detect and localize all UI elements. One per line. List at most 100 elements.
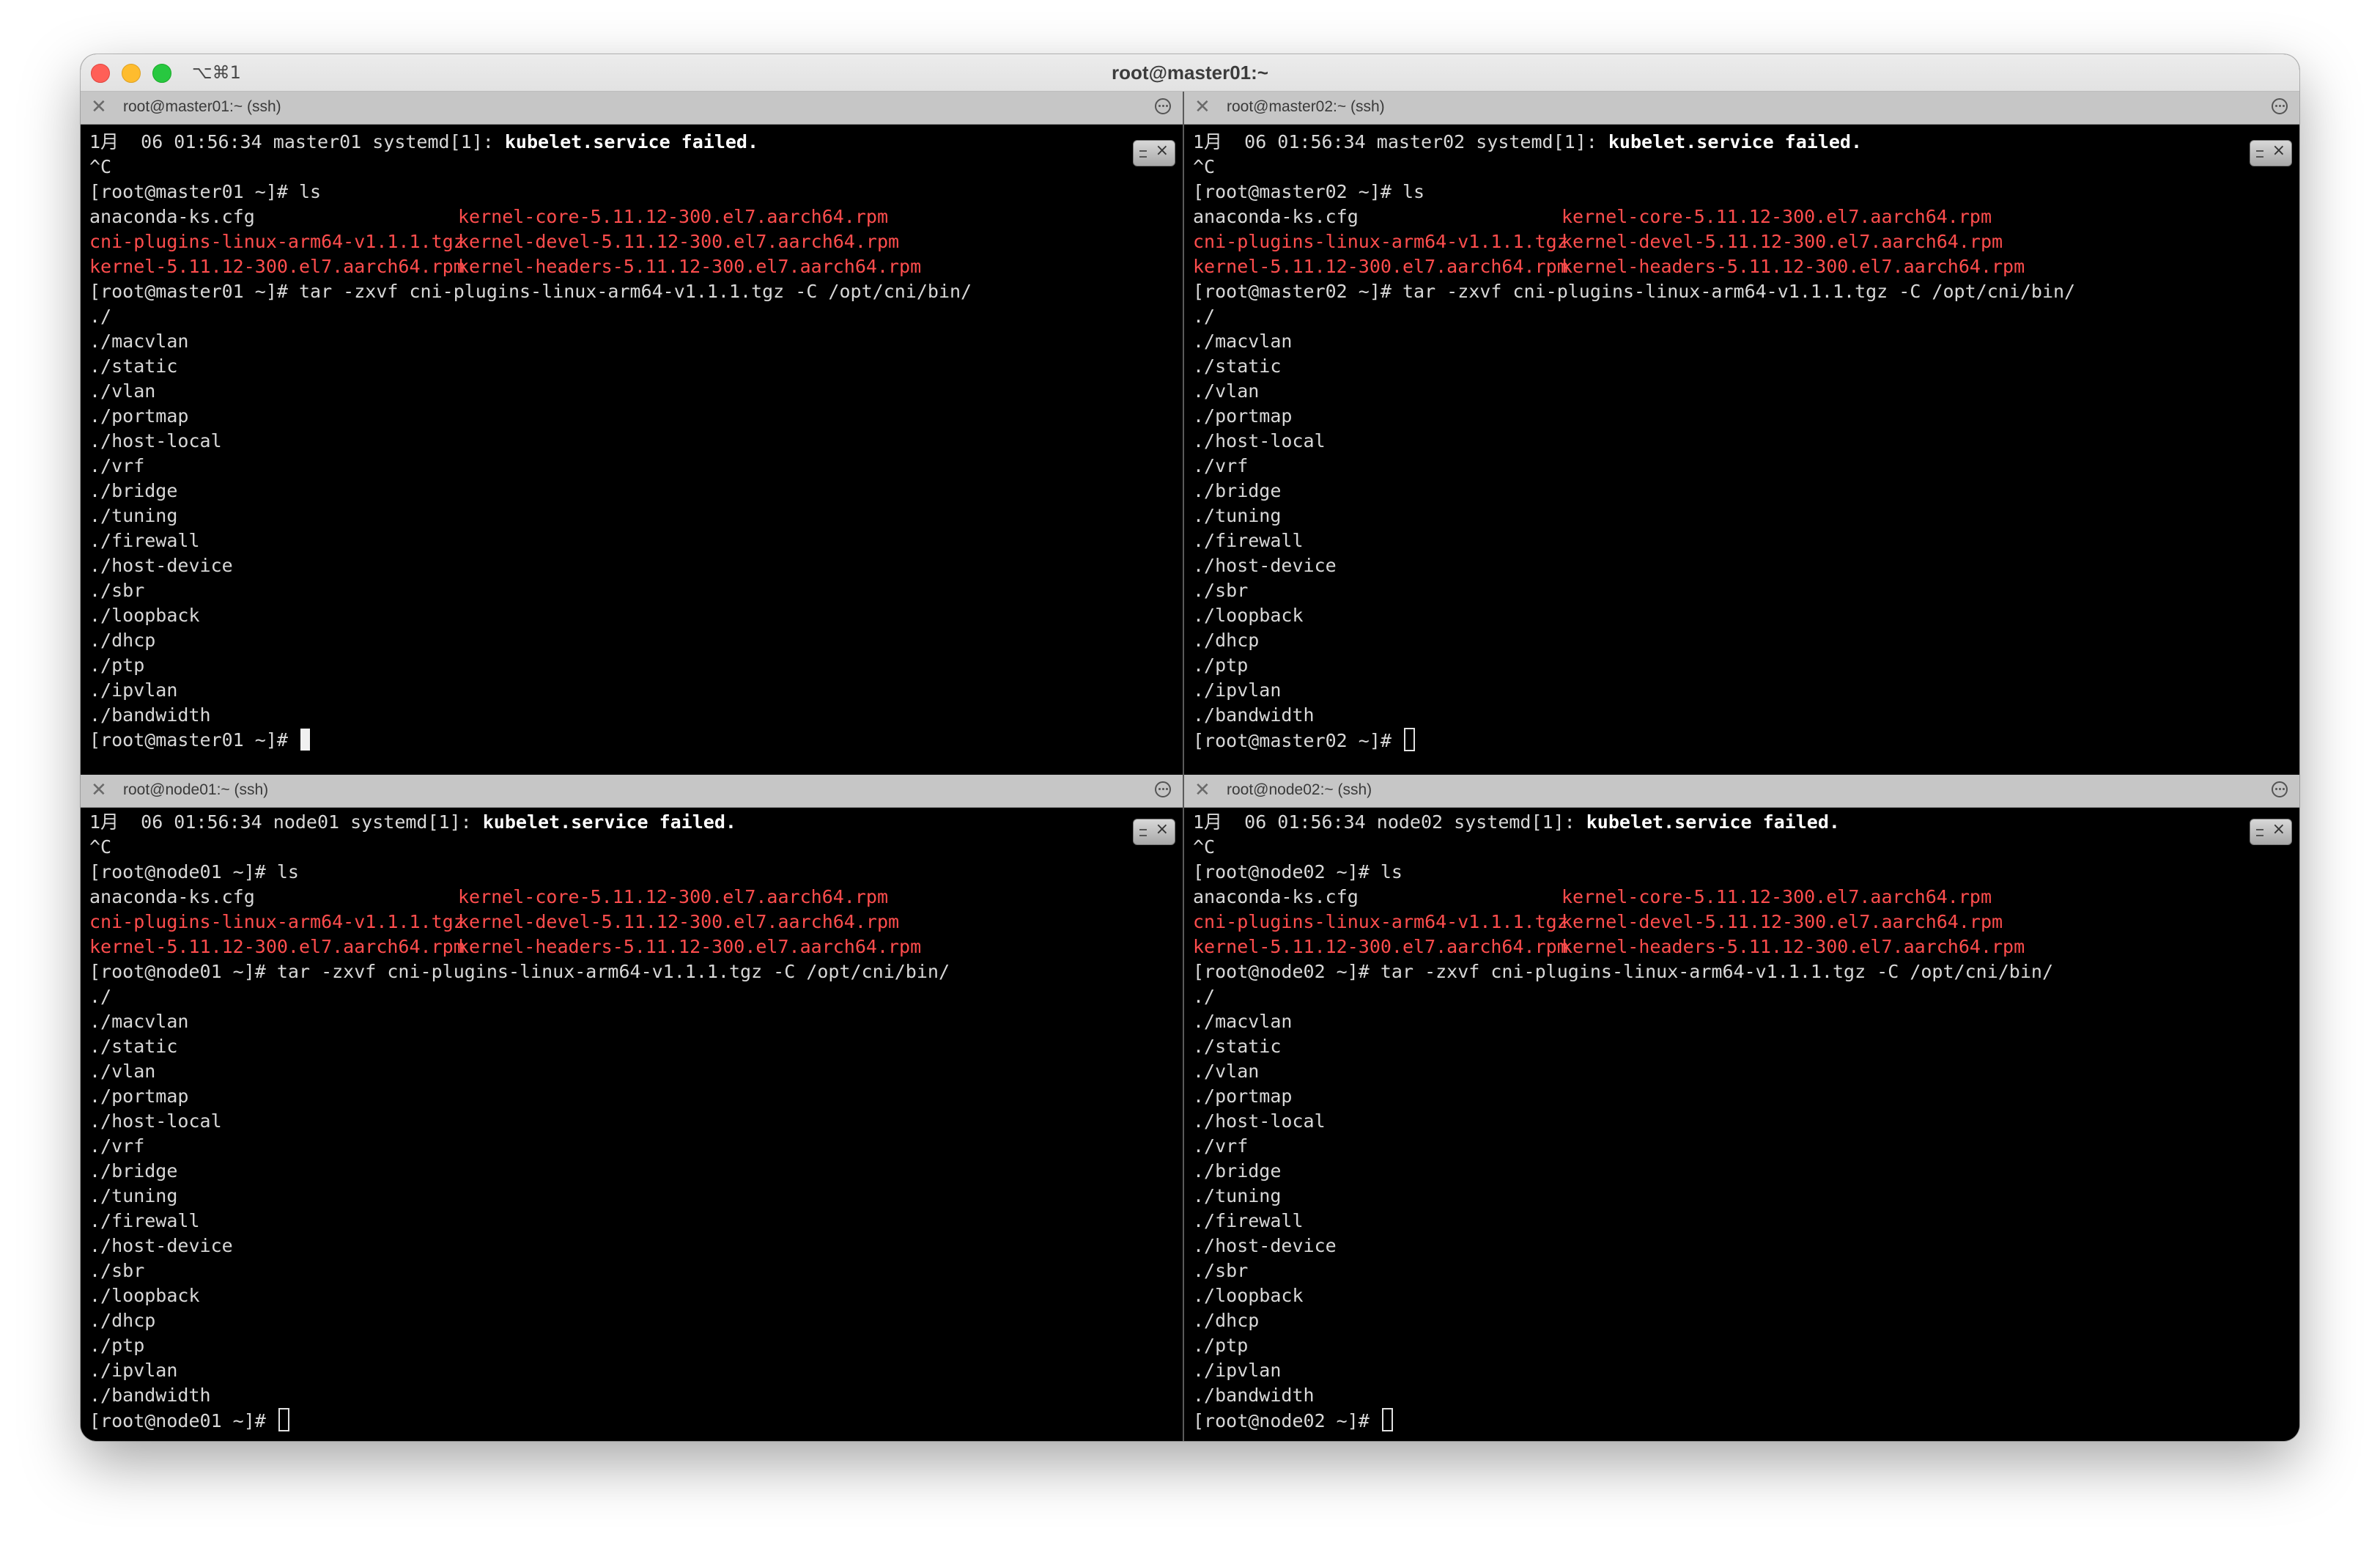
syslog-line: 1月 06 01:56:34 node01 systemd[1]: kubele… <box>89 810 1174 835</box>
prompt-line[interactable]: [root@master02 ~]# <box>1193 728 2291 753</box>
extracted-file-line: ./bridge <box>1193 480 1282 501</box>
shell-prompt: [root@master01 ~]# <box>89 729 299 751</box>
pane-tab-bar[interactable]: ✕ root@node02:~ (ssh) <box>1184 775 2299 808</box>
extracted-file-line: ./bridge <box>89 1160 178 1182</box>
ls-entry: kernel-core-5.11.12-300.el7.aarch64.rpm <box>1562 206 1992 227</box>
extracted-file-line: ./bandwidth <box>89 1385 211 1406</box>
extracted-file-line: ./firewall <box>1193 1210 1304 1231</box>
ls-command-line: [root@master01 ~]# ls <box>89 181 322 202</box>
extracted-file-line: ./vrf <box>89 455 145 476</box>
ellipsis-circle-icon[interactable] <box>1155 98 1171 114</box>
extracted-file-line: ./host-device <box>1193 555 1337 576</box>
extracted-file-line: ./ptp <box>1193 1335 1249 1356</box>
ls-entry: kernel-devel-5.11.12-300.el7.aarch64.rpm <box>1562 911 2003 932</box>
extracted-file-line: ./ipvlan <box>1193 679 1282 701</box>
extracted-file-line: ./ <box>89 986 112 1007</box>
extracted-file-line: ./host-device <box>89 555 233 576</box>
ls-entry: cni-plugins-linux-arm64-v1.1.1.tgz <box>1193 231 1568 252</box>
syslog-prefix: 1月 06 01:56:34 node01 systemd[1]: <box>89 811 483 833</box>
pane-tab-bar[interactable]: ✕ root@node01:~ (ssh) <box>81 775 1183 808</box>
prompt-line[interactable]: [root@master01 ~]# <box>89 728 1174 753</box>
extracted-file-line: ./macvlan <box>1193 331 1293 352</box>
extracted-file-line: ./ptp <box>89 1335 145 1356</box>
pane-node01[interactable]: ✕ root@node01:~ (ssh) 1月 06 01:56:34 nod… <box>81 775 1183 1441</box>
extracted-file-line: ./sbr <box>89 580 145 601</box>
extracted-file-line: ./firewall <box>89 1210 200 1231</box>
extracted-file-line: ./bandwidth <box>1193 704 1315 726</box>
ls-output-row: cni-plugins-linux-arm64-v1.1.1.tgz kernel… <box>1193 229 2291 254</box>
ls-output-row: cni-plugins-linux-arm64-v1.1.1.tgz kernel… <box>89 910 1174 935</box>
ls-entry: kernel-core-5.11.12-300.el7.aarch64.rpm <box>458 886 888 907</box>
syslog-prefix: 1月 06 01:56:34 master01 systemd[1]: <box>89 131 505 152</box>
ls-output-row: anaconda-ks.cfg kernel-core-5.11.12-300.e… <box>1193 885 2291 910</box>
syslog-prefix: 1月 06 01:56:34 master02 systemd[1]: <box>1193 131 1608 152</box>
close-icon[interactable]: ✕ <box>1194 96 1211 118</box>
pane-tab-bar[interactable]: ✕ root@master01:~ (ssh) <box>81 92 1183 125</box>
ls-output-row: anaconda-ks.cfg kernel-core-5.11.12-300.e… <box>89 204 1174 229</box>
extracted-file-line: ./sbr <box>89 1260 145 1281</box>
extracted-file-line: ./macvlan <box>1193 1011 1293 1032</box>
extracted-file-line: ./ptp <box>89 655 145 676</box>
ellipsis-circle-icon[interactable] <box>2272 781 2288 797</box>
ellipsis-circle-icon[interactable] <box>2272 98 2288 114</box>
tar-command-line: [root@master02 ~]# tar -zxvf cni-plugins… <box>1193 281 2076 302</box>
close-icon[interactable]: ✕ <box>91 779 107 801</box>
ls-output-row: kernel-5.11.12-300.el7.aarch64.rpm kernel… <box>89 254 1174 279</box>
extracted-file-line: ./vlan <box>1193 1061 1260 1082</box>
extracted-file-line: ./dhcp <box>89 630 156 651</box>
extracted-file-line: ./ptp <box>1193 655 1249 676</box>
close-icon[interactable]: ✕ <box>1194 779 1211 801</box>
ls-entry: kernel-5.11.12-300.el7.aarch64.rpm <box>89 256 465 277</box>
extracted-file-line: ./vrf <box>1193 1135 1249 1157</box>
ellipsis-circle-icon[interactable] <box>1155 781 1171 797</box>
shell-prompt: [root@node02 ~]# <box>1193 1410 1381 1431</box>
extracted-file-line: ./host-device <box>89 1235 233 1256</box>
extracted-file-line: ./macvlan <box>89 331 189 352</box>
extracted-file-line: ./bridge <box>89 480 178 501</box>
syslog-line: 1月 06 01:56:34 master01 systemd[1]: kube… <box>89 130 1174 155</box>
ctrl-c-line: ^C <box>89 156 112 177</box>
ls-entry: kernel-headers-5.11.12-300.el7.aarch64.r… <box>1562 936 2025 957</box>
extracted-file-line: ./ipvlan <box>89 679 178 701</box>
title-bar[interactable]: ⌥⌘1 root@master01:~ <box>81 54 2299 92</box>
ls-entry: kernel-headers-5.11.12-300.el7.aarch64.r… <box>1562 256 2025 277</box>
pane-tab-title: root@node02:~ (ssh) <box>1227 781 1372 798</box>
prompt-line[interactable]: [root@node02 ~]# <box>1193 1408 2291 1433</box>
extracted-file-line: ./host-local <box>89 1110 222 1132</box>
ls-entry: kernel-core-5.11.12-300.el7.aarch64.rpm <box>458 206 888 227</box>
close-icon[interactable]: ✕ <box>91 96 107 118</box>
extracted-file-line: ./vrf <box>89 1135 145 1157</box>
extracted-file-line: ./loopback <box>89 605 200 626</box>
ls-entry: cni-plugins-linux-arm64-v1.1.1.tgz <box>89 231 465 252</box>
extracted-file-line: ./loopback <box>1193 605 1304 626</box>
extracted-file-line: ./host-local <box>1193 430 1326 452</box>
text-cursor <box>1403 728 1415 751</box>
ls-command-line: [root@master02 ~]# ls <box>1193 181 1425 202</box>
extracted-file-line: ./bridge <box>1193 1160 1282 1182</box>
ls-entry: kernel-devel-5.11.12-300.el7.aarch64.rpm <box>1562 231 2003 252</box>
pane-master02[interactable]: ✕ root@master02:~ (ssh) 1月 06 01:56:34 m… <box>1184 92 2299 775</box>
terminal-output[interactable]: 1月 06 01:56:34 master02 systemd[1]: kube… <box>1193 130 2291 753</box>
terminal-output[interactable]: 1月 06 01:56:34 master01 systemd[1]: kube… <box>89 130 1174 753</box>
window-title: root@master01:~ <box>1112 62 1268 84</box>
ctrl-c-line: ^C <box>89 836 112 858</box>
extracted-file-line: ./bandwidth <box>1193 1385 1315 1406</box>
extracted-file-line: ./tuning <box>1193 505 1282 526</box>
pane-node02[interactable]: ✕ root@node02:~ (ssh) 1月 06 01:56:34 nod… <box>1184 775 2299 1441</box>
ls-entry: kernel-core-5.11.12-300.el7.aarch64.rpm <box>1562 886 1992 907</box>
extracted-file-line: ./firewall <box>1193 530 1304 551</box>
terminal-output[interactable]: 1月 06 01:56:34 node01 systemd[1]: kubele… <box>89 810 1174 1433</box>
ls-entry: cni-plugins-linux-arm64-v1.1.1.tgz <box>1193 911 1568 932</box>
pane-tab-title: root@master02:~ (ssh) <box>1227 98 1385 115</box>
extracted-file-line: ./sbr <box>1193 580 1249 601</box>
ls-command-line: [root@node02 ~]# ls <box>1193 861 1402 882</box>
extracted-file-line: ./static <box>1193 355 1282 377</box>
ls-entry: kernel-5.11.12-300.el7.aarch64.rpm <box>1193 936 1568 957</box>
extracted-file-line: ./tuning <box>89 1185 178 1206</box>
pane-master01[interactable]: ✕ root@master01:~ (ssh) 1月 06 01:56:34 m… <box>81 92 1183 775</box>
ls-output-row: anaconda-ks.cfg kernel-core-5.11.12-300.e… <box>1193 204 2291 229</box>
pane-tab-bar[interactable]: ✕ root@master02:~ (ssh) <box>1184 92 2299 125</box>
terminal-output[interactable]: 1月 06 01:56:34 node02 systemd[1]: kubele… <box>1193 810 2291 1433</box>
extracted-file-line: ./vlan <box>1193 380 1260 402</box>
prompt-line[interactable]: [root@node01 ~]# <box>89 1408 1174 1433</box>
